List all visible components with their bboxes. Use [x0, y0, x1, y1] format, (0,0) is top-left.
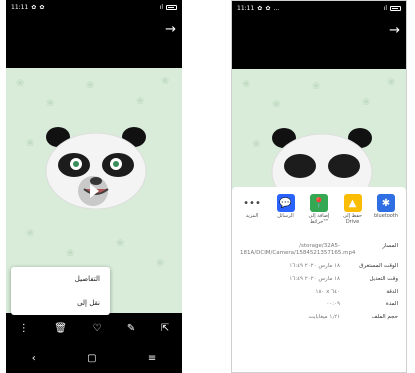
status-left-right: 11:11 ✿ ✿ … — [237, 5, 279, 12]
detail-duration-label: المدة — [385, 301, 398, 308]
drive-icon: ▲ — [343, 194, 362, 212]
detail-modified-value: ١٨ مارس ٢٠٢٠ ١٦:٤٩ — [289, 275, 340, 282]
file-details: /storage/32A5-181A/DCIM/Camera/158452135… — [232, 243, 406, 321]
detail-resolution: ١٨٠ x ٦٤٠ الدقة — [232, 289, 406, 296]
detail-path-label: المسار — [382, 243, 398, 249]
app-maps-label: إضافة إلى "خرائط" — [308, 213, 330, 225]
more-icon[interactable]: ⋮ — [19, 323, 29, 334]
status-right: ıl — [160, 4, 177, 11]
status-left: 11:11 ✿ ✿ — [11, 4, 44, 11]
share-icon[interactable]: ⇱ — [161, 323, 169, 334]
signal-icon: ıl — [159, 3, 163, 11]
app-messages-label: الرسائل — [277, 213, 294, 219]
messages-icon: 💬 — [276, 194, 295, 212]
favorite-icon[interactable]: ♡ — [92, 323, 101, 334]
nav-back-icon[interactable]: ‹ — [32, 353, 36, 364]
detail-taken-value: ١٨ مارس ٢٠٢٠ ١٦:٤٩ — [289, 262, 340, 269]
menu-item-move-to[interactable]: نقل إلى — [11, 291, 110, 315]
status-bar: 11:11 ✿ ✿ ıl — [6, 0, 182, 14]
status-bar-right: 11:11 ✿ ✿ … ıl — [232, 1, 406, 15]
nav-home-icon[interactable]: ▢ — [87, 353, 96, 364]
detail-resolution-value: ١٨٠ x ٦٤٠ — [315, 288, 340, 295]
app-drive[interactable]: ▲ حفظ إلى Drive — [337, 194, 369, 225]
detail-resolution-label: الدقة — [386, 288, 398, 295]
share-arrow-icon[interactable]: → — [165, 22, 176, 37]
detail-duration: ٠٠:٠٩ المدة — [232, 301, 406, 308]
nav-recents-icon[interactable]: ≡ — [148, 353, 156, 364]
share-sheet: ••• المزيد 💬 الرسائل 📍 إضافة إلى "خرائط"… — [232, 187, 406, 372]
detail-path-value: /storage/32A5-181A/DCIM/Camera/158452135… — [240, 243, 356, 256]
detail-duration-value: ٠٠:٠٩ — [326, 301, 340, 308]
battery-icon — [166, 4, 177, 10]
detail-taken-label: الوقت المستغرق — [359, 262, 398, 269]
share-arrow-icon-right[interactable]: → — [389, 23, 400, 38]
app-bluetooth[interactable]: ✱ bluetooth — [370, 194, 402, 225]
status-icon-3-right: … — [273, 4, 280, 12]
status-icon-1-right: ✿ — [257, 4, 263, 12]
status-time: 11:11 — [11, 3, 29, 11]
battery-icon-right — [390, 5, 401, 11]
detail-size-label: حجم الملف — [371, 314, 398, 321]
signal-icon-right: ıl — [383, 4, 387, 12]
app-messages[interactable]: 💬 الرسائل — [270, 194, 302, 225]
detail-path: /storage/32A5-181A/DCIM/Camera/158452135… — [232, 243, 406, 257]
bottom-actions: ⋮ 🗑 ♡ ✎ ⇱ — [6, 313, 182, 343]
top-bar: → — [6, 14, 182, 56]
status-time-right: 11:11 — [237, 4, 255, 12]
status-right-right: ıl — [384, 5, 401, 12]
system-navbar: ‹ ▢ ≡ — [6, 343, 182, 373]
overflow-menu: التفاصيل نقل إلى — [11, 267, 110, 315]
top-bar-right: → — [232, 15, 406, 57]
phone-left: 11:11 ✿ ✿ ıl → ❀ ❀ ❀ ❀ ❀ ❀ ❀ ❀ ❀ ❀ التفا… — [6, 0, 182, 373]
edit-icon[interactable]: ✎ — [127, 323, 135, 334]
detail-size-value: ١٫٢١ ميغابايت — [308, 314, 340, 321]
app-bluetooth-label: bluetooth — [373, 213, 399, 219]
app-more[interactable]: ••• المزيد — [236, 194, 268, 225]
delete-icon[interactable]: 🗑 — [54, 323, 67, 334]
app-maps[interactable]: 📍 إضافة إلى "خرائط" — [303, 194, 335, 225]
bluetooth-icon: ✱ — [377, 194, 395, 212]
maps-icon: 📍 — [310, 194, 328, 212]
detail-size: ١٫٢١ ميغابايت حجم الملف — [232, 314, 406, 321]
play-icon[interactable] — [78, 176, 108, 206]
status-icon-2-right: ✿ — [265, 4, 271, 12]
app-drive-label: حفظ إلى Drive — [342, 213, 363, 225]
more-dots-icon: ••• — [243, 197, 261, 209]
phone-right: 11:11 ✿ ✿ … ıl → ❀ ❀ ❀ ❀ ❀ ❀ ••• المزيد … — [231, 0, 407, 373]
detail-taken: ١٨ مارس ٢٠٢٠ ١٦:٤٩ الوقت المستغرق — [232, 263, 406, 270]
share-apps: ••• المزيد 💬 الرسائل 📍 إضافة إلى "خرائط"… — [232, 187, 406, 225]
detail-modified-label: وقت التعديل — [369, 275, 398, 282]
app-more-label: المزيد — [245, 213, 259, 219]
status-icon-1: ✿ — [31, 3, 37, 11]
menu-item-details[interactable]: التفاصيل — [11, 267, 110, 291]
status-icon-2: ✿ — [39, 3, 45, 11]
detail-modified: ١٨ مارس ٢٠٢٠ ١٦:٤٩ وقت التعديل — [232, 276, 406, 283]
